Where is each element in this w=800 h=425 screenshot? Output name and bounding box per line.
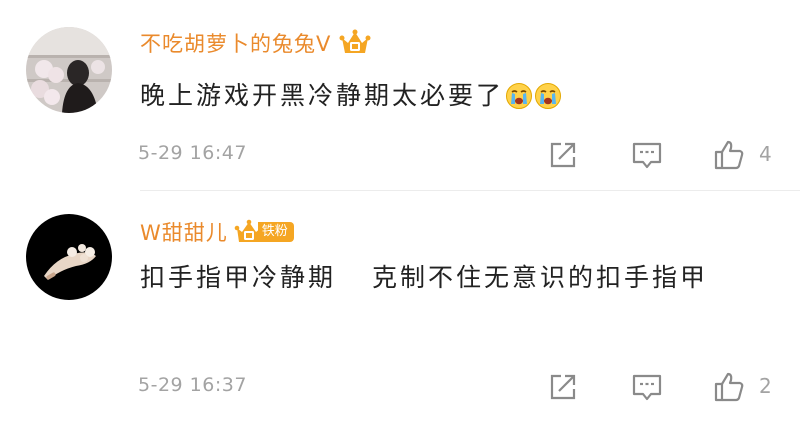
like-icon[interactable] xyxy=(712,370,746,404)
username[interactable]: 不吃胡萝卜的兔兔V xyxy=(140,28,331,58)
avatar[interactable] xyxy=(26,214,112,300)
comment-item: W甜甜儿 铁粉 扣手指甲冷静期 克制不住无意识的扣手指甲 5-29 16:37 xyxy=(0,192,800,425)
share-icon[interactable] xyxy=(546,370,580,404)
comment-icon[interactable] xyxy=(630,138,664,172)
fan-badge-label: 铁粉 xyxy=(257,222,294,242)
avatar[interactable] xyxy=(26,27,112,113)
comment-text: 晚上游戏开黑冷静期太必要了 xyxy=(140,74,562,118)
divider xyxy=(140,190,800,191)
timestamp: 5-29 16:37 xyxy=(138,374,247,396)
comment-text: 扣手指甲冷静期 克制不住无意识的扣手指甲 xyxy=(140,256,780,300)
username[interactable]: W甜甜儿 xyxy=(140,217,228,247)
crying-emoji-icon xyxy=(534,80,562,109)
username-row: 不吃胡萝卜的兔兔V xyxy=(140,28,371,58)
comment-meta: 5-29 16:37 2 xyxy=(0,370,800,404)
comment-body-part2: 克制不住无意识的扣手指甲 xyxy=(372,263,709,292)
like-count: 2 xyxy=(759,374,772,398)
comment-meta: 5-29 16:47 4 xyxy=(0,138,800,172)
timestamp: 5-29 16:47 xyxy=(138,142,247,164)
comment-item: 不吃胡萝卜的兔兔V 晚上游戏开黑冷静期太必要了 5-29 16:47 4 xyxy=(0,0,800,190)
comment-icon[interactable] xyxy=(630,370,664,404)
like-icon[interactable] xyxy=(712,138,746,172)
comment-body-part1: 扣手指甲冷静期 xyxy=(140,263,337,292)
like-count: 4 xyxy=(759,142,772,166)
share-icon[interactable] xyxy=(546,138,580,172)
username-row: W甜甜儿 铁粉 xyxy=(140,217,294,247)
comment-body: 晚上游戏开黑冷静期太必要了 xyxy=(140,81,505,110)
crying-emoji-icon xyxy=(505,80,533,109)
fan-badge[interactable]: 铁粉 xyxy=(234,219,294,245)
crown-badge-icon[interactable] xyxy=(339,28,371,58)
